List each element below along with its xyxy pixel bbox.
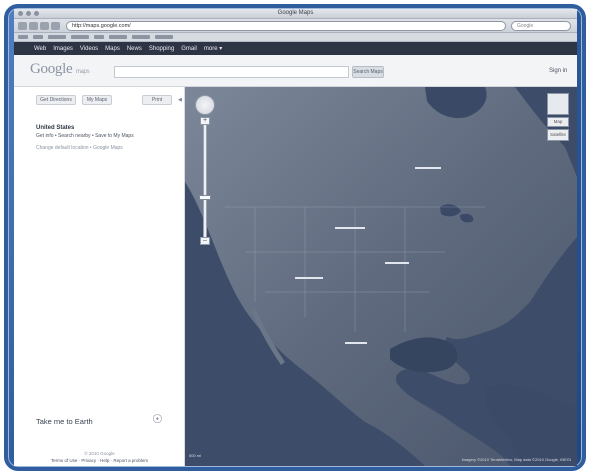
default-location-link[interactable]: Change default location • Google Maps xyxy=(36,145,123,151)
pan-control-icon[interactable] xyxy=(195,95,215,115)
forward-icon[interactable] xyxy=(29,22,38,30)
gbar-item-shopping[interactable]: Shopping xyxy=(149,46,174,52)
footer-links[interactable]: Terms of Use · Privacy · Help · Report a… xyxy=(14,458,185,463)
window-title: Google Maps xyxy=(277,10,314,16)
bookmark-item[interactable] xyxy=(48,35,66,39)
url-bar[interactable]: http://maps.google.com/ xyxy=(66,21,506,31)
window-titlebar: Google Maps xyxy=(14,9,577,19)
browser-screen: Google Maps http://maps.google.com/ Goog… xyxy=(14,9,577,466)
home-icon[interactable] xyxy=(51,22,60,30)
zoom-slider-track[interactable] xyxy=(203,123,207,238)
logo-sub: maps xyxy=(75,69,90,75)
back-icon[interactable] xyxy=(18,22,27,30)
map-attribution: Imagery ©2010 TerraMetrics, Map data ©20… xyxy=(461,457,571,462)
bookmark-item[interactable] xyxy=(155,35,173,39)
zoom-slider-handle[interactable] xyxy=(199,195,211,200)
google-bar: Web Images Videos Maps News Shopping Gma… xyxy=(14,42,577,55)
bookmark-item[interactable] xyxy=(18,35,28,39)
reload-icon[interactable] xyxy=(40,22,49,30)
browser-search-input[interactable]: Google xyxy=(511,21,571,31)
bookmarks-bar xyxy=(14,33,577,42)
bookmark-item[interactable] xyxy=(109,35,127,39)
search-maps-button[interactable]: Search Maps xyxy=(352,66,384,78)
map-terrain xyxy=(185,87,577,466)
logo-text: Google xyxy=(30,61,73,77)
collapse-panel-icon[interactable]: ◀ xyxy=(178,97,182,103)
bookmark-item[interactable] xyxy=(132,35,150,39)
maps-header: Google maps Search Maps Sign in xyxy=(14,55,577,87)
gbar-item-web[interactable]: Web xyxy=(34,46,46,52)
copyright-text: © 2010 Google xyxy=(84,451,115,456)
gbar-item-maps[interactable]: Maps xyxy=(105,46,120,52)
bookmark-item[interactable] xyxy=(94,35,104,39)
gbar-item-gmail[interactable]: Gmail xyxy=(181,46,197,52)
map-view[interactable]: + – Map Satellite 500 mi Imagery ©2010 T… xyxy=(185,87,577,466)
satellite-type-button[interactable]: Satellite xyxy=(547,129,569,141)
left-panel: Get Directions My Maps Print ◀ United St… xyxy=(14,87,185,466)
google-logo[interactable]: Google maps xyxy=(30,61,90,78)
print-button[interactable]: Print xyxy=(142,95,172,105)
result-title[interactable]: United States xyxy=(36,125,74,131)
gbar-item-images[interactable]: Images xyxy=(53,46,73,52)
get-directions-button[interactable]: Get Directions xyxy=(36,95,76,105)
zoom-minus-icon[interactable]: – xyxy=(200,237,210,245)
bookmark-item[interactable] xyxy=(71,35,89,39)
earth-link[interactable]: Take me to Earth xyxy=(36,417,93,426)
zoom-plus-icon[interactable]: + xyxy=(200,117,210,125)
gbar-item-more[interactable]: more ▾ xyxy=(204,45,222,52)
my-maps-button[interactable]: My Maps xyxy=(82,95,112,105)
gbar-item-videos[interactable]: Videos xyxy=(80,46,98,52)
map-scale: 500 mi xyxy=(189,453,202,458)
result-actions[interactable]: Get info • Search nearby • Save to My Ma… xyxy=(36,133,134,139)
zoom-control: + – xyxy=(195,95,215,245)
map-type-button[interactable]: Map xyxy=(547,117,569,127)
map-type-thumbnail-icon[interactable] xyxy=(547,93,569,115)
maps-search-input[interactable] xyxy=(114,66,349,78)
bookmark-item[interactable] xyxy=(33,35,43,39)
sign-in-link[interactable]: Sign in xyxy=(549,68,567,74)
gbar-item-news[interactable]: News xyxy=(127,46,142,52)
earth-icon[interactable]: ☉ xyxy=(152,412,163,426)
browser-navbar: http://maps.google.com/ Google xyxy=(14,19,577,33)
